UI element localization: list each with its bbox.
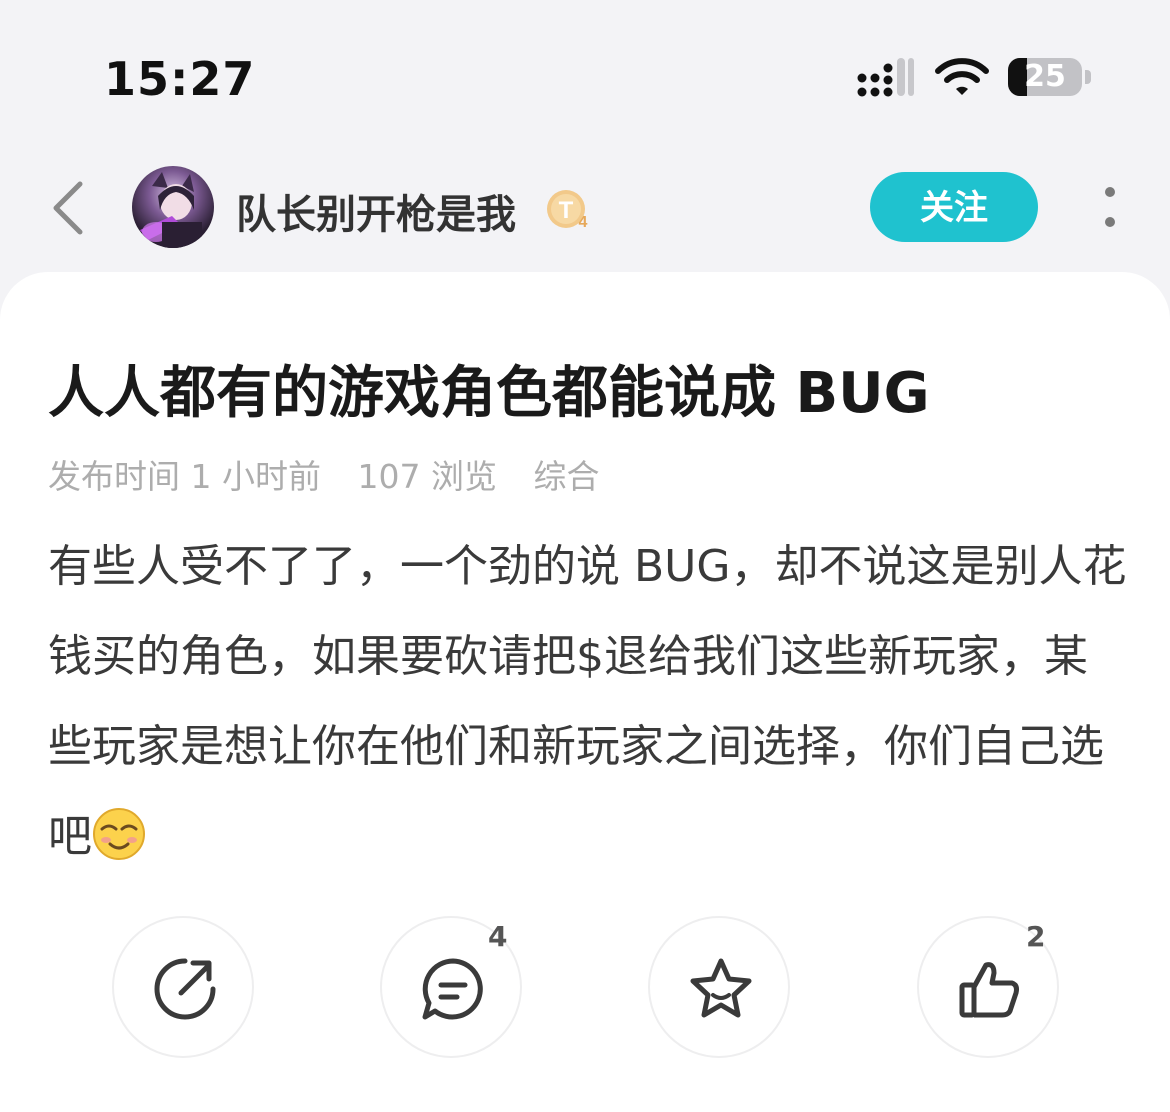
wifi-icon (935, 58, 989, 95)
smirk-emoji-icon (93, 808, 145, 860)
share-icon (154, 958, 216, 1020)
view-count: 107 浏览 (357, 457, 497, 496)
follow-button[interactable]: 关注 (870, 172, 1038, 242)
status-time: 15:27 (104, 52, 256, 106)
post-title: 人人都有的游戏角色都能说成 BUG (48, 361, 930, 426)
post-meta: 发布时间 1 小时前 107 浏览 综合 (48, 450, 625, 498)
comment-count: 4 (488, 920, 508, 953)
post-body-text: 有些人受不了了，一个劲的说 BUG，却不说这是别人花钱买的角色，如果要砍请把$退… (48, 541, 1127, 862)
post-body: 有些人受不了了，一个劲的说 BUG，却不说这是别人花钱买的角色，如果要砍请把$退… (48, 522, 1128, 882)
star-icon (690, 958, 752, 1018)
share-button[interactable] (112, 916, 254, 1058)
avatar-image-icon (140, 172, 202, 248)
svg-text:4: 4 (579, 214, 588, 231)
battery-tip (1085, 70, 1091, 84)
battery-indicator: 25 (1008, 58, 1082, 96)
signal-icon (857, 58, 914, 97)
svg-text:T: T (559, 197, 574, 224)
publish-time: 发布时间 1 小时前 (48, 457, 321, 496)
battery-percentage: 25 (1024, 59, 1066, 94)
thumbs-up-icon (959, 962, 1019, 1018)
favorite-button[interactable] (648, 916, 790, 1058)
username[interactable]: 队长别开枪是我 (236, 182, 516, 240)
more-options-icon[interactable] (1096, 186, 1124, 232)
level-badge-icon: T 4 (547, 190, 588, 231)
like-count: 2 (1026, 920, 1046, 953)
comment-icon (422, 958, 483, 1020)
category-tag[interactable]: 综合 (533, 457, 599, 496)
avatar[interactable] (132, 166, 214, 248)
back-icon[interactable] (46, 178, 90, 238)
